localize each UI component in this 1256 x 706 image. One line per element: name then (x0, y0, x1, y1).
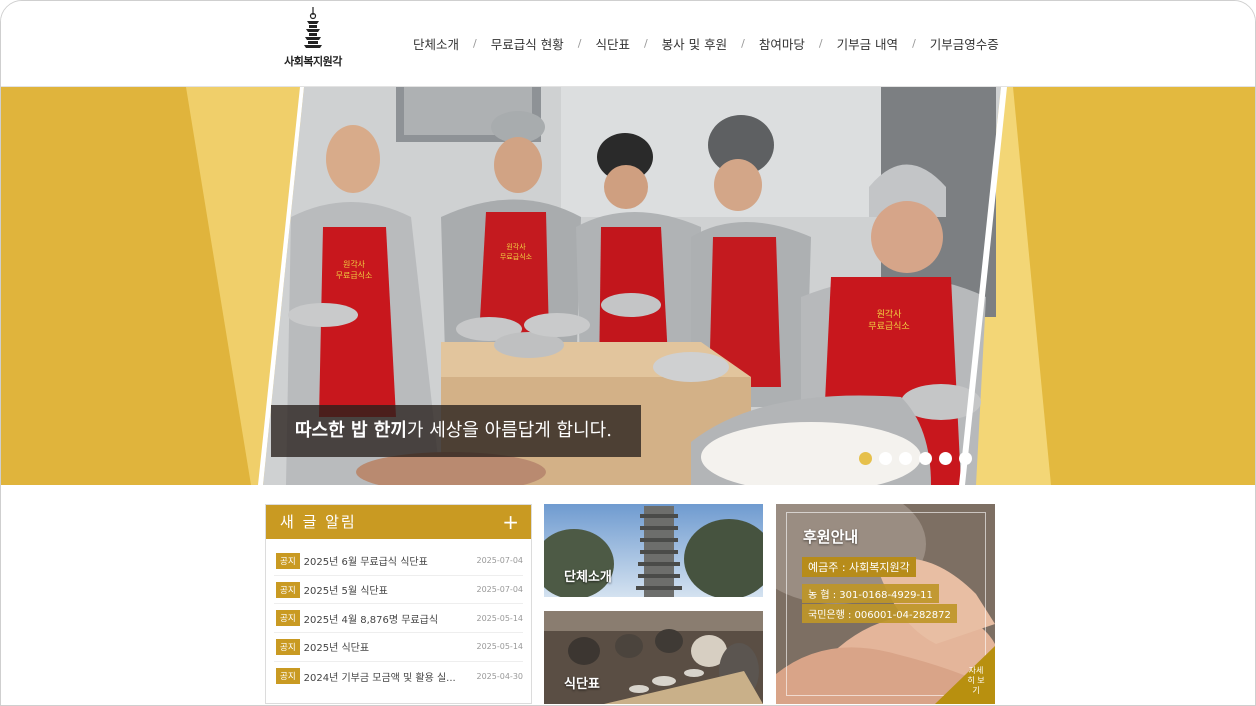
slider-dot-6[interactable] (959, 452, 972, 465)
svg-text:무료급식소: 무료급식소 (336, 271, 373, 280)
site-header: 사회복지원각 단체소개 / 무료급식 현황 / 식단표 / 봉사 및 후원 / … (1, 1, 1255, 87)
menu-card[interactable]: 식단표 (544, 611, 763, 704)
post-date: 2025-05-14 (476, 613, 524, 623)
post-title[interactable]: 2025년 6월 무료급식 식단표 (304, 553, 471, 568)
donation-panel[interactable]: 후원안내 예금주 : 사회복지원각 농 협 : 301-0168-4929-11… (776, 504, 995, 704)
bank-account-nonghyup: 농 협 : 301-0168-4929-11 (802, 584, 939, 603)
new-posts-list: 공지 2025년 6월 무료급식 식단표 2025-07-04 공지 2025년… (266, 539, 531, 690)
svg-text:원각사: 원각사 (506, 242, 526, 251)
more-details-button[interactable]: 자세히 보기 (935, 646, 995, 704)
slider-dot-2[interactable] (879, 452, 892, 465)
post-date: 2025-07-04 (476, 556, 524, 566)
slider-dot-3[interactable] (899, 452, 912, 465)
svg-text:원각사: 원각사 (877, 308, 903, 320)
nav-item-participation[interactable]: 참여마당 (745, 34, 819, 53)
more-details-label: 자세히 보기 (967, 666, 985, 695)
hero-caption-rest: 가 세상을 아름답게 합니다. (406, 420, 612, 441)
slider-dot-1[interactable] (859, 452, 872, 465)
list-item[interactable]: 공지 2024년 기부금 모금액 및 활용 실... 2025-04-30 (274, 662, 523, 691)
post-date: 2025-05-14 (476, 642, 524, 652)
post-date: 2025-07-04 (476, 585, 524, 595)
post-title[interactable]: 2024년 기부금 모금액 및 활용 실... (304, 669, 471, 684)
site-logo[interactable]: 사회복지원각 (277, 7, 349, 69)
list-item[interactable]: 공지 2025년 식단표 2025-05-14 (274, 633, 523, 662)
slider-dots (859, 452, 972, 465)
nav-item-donation-history[interactable]: 기부금 내역 (823, 34, 912, 53)
about-card-label: 단체소개 (564, 570, 612, 585)
hero-caption: 따스한 밥 한끼가 세상을 아름답게 합니다. (271, 405, 641, 457)
post-title[interactable]: 2025년 4월 8,876명 무료급식 (304, 611, 471, 626)
slider-dot-5[interactable] (939, 452, 952, 465)
new-posts-title: 새 글 알림 (280, 513, 357, 531)
pagoda-icon (304, 7, 322, 48)
list-item[interactable]: 공지 2025년 6월 무료급식 식단표 2025-07-04 (274, 547, 523, 576)
main-nav: 단체소개 / 무료급식 현황 / 식단표 / 봉사 및 후원 / 참여마당 / … (399, 31, 1013, 55)
notice-badge: 공지 (276, 581, 300, 598)
notice-badge: 공지 (276, 668, 300, 685)
more-plus-icon[interactable]: + (502, 505, 519, 539)
post-date: 2025-04-30 (476, 671, 524, 681)
notice-badge: 공지 (276, 610, 300, 627)
slider-dot-4[interactable] (919, 452, 932, 465)
about-card[interactable]: 단체소개 (544, 504, 763, 597)
apron-text: 원각사 (343, 259, 366, 269)
notice-badge: 공지 (276, 638, 300, 655)
donation-title: 후원안내 (803, 528, 859, 546)
list-item[interactable]: 공지 2025년 4월 8,876명 무료급식 2025-05-14 (274, 604, 524, 634)
post-title[interactable]: 2025년 5월 식단표 (304, 582, 471, 597)
svg-text:무료급식소: 무료급식소 (500, 252, 533, 261)
browser-frame: 사회복지원각 단체소개 / 무료급식 현황 / 식단표 / 봉사 및 후원 / … (0, 0, 1256, 706)
logo-text: 사회복지원각 (284, 55, 342, 68)
new-posts-panel: 새 글 알림 + 공지 2025년 6월 무료급식 식단표 2025-07-04… (265, 504, 532, 704)
nav-item-menu[interactable]: 식단표 (581, 34, 644, 53)
nav-item-volunteer-support[interactable]: 봉사 및 후원 (648, 34, 741, 53)
account-holder: 예금주 : 사회복지원각 (802, 557, 916, 577)
hero-caption-bold: 따스한 밥 한끼 (295, 420, 407, 441)
new-posts-header: 새 글 알림 + (266, 505, 531, 539)
nav-item-about[interactable]: 단체소개 (399, 34, 473, 53)
nav-item-free-meal-status[interactable]: 무료급식 현황 (477, 34, 578, 53)
list-item[interactable]: 공지 2025년 5월 식단표 2025-07-04 (274, 576, 523, 605)
post-title[interactable]: 2025년 식단표 (304, 639, 471, 654)
bank-account-kookmin: 국민은행 : 006001-04-282872 (802, 604, 957, 623)
svg-text:무료급식소: 무료급식소 (868, 321, 909, 332)
menu-card-label: 식단표 (564, 677, 600, 692)
notice-badge: 공지 (276, 552, 300, 569)
nav-item-donation-receipt[interactable]: 기부금영수증 (916, 34, 1013, 53)
